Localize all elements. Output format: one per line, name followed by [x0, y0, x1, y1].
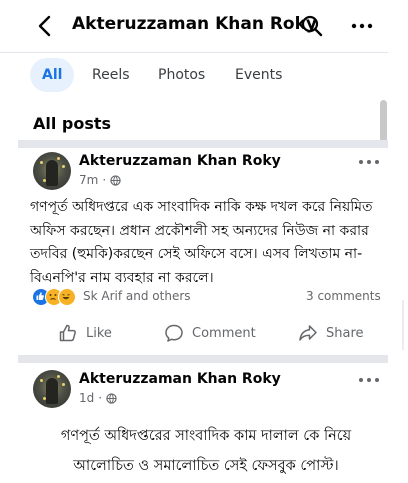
globe-icon [110, 174, 121, 186]
tab-reels[interactable]: Reels [80, 58, 142, 92]
comments-count[interactable]: 3 comments [306, 289, 381, 303]
top-bar: Akteruzzaman Khan Roky [0, 0, 388, 53]
back-arrow-icon[interactable] [34, 14, 56, 38]
post-more-icon[interactable] [357, 154, 381, 170]
reactions-summary[interactable]: Sk Arif and others [83, 289, 191, 303]
meta-separator: · [98, 391, 103, 405]
post-text: গণপূর্ত অধিদপ্তরের সাংবাদিক কাম দালাল কে… [60, 428, 352, 474]
scrollbar-thumb[interactable] [380, 100, 387, 142]
post-divider [18, 355, 388, 363]
post-more-icon[interactable] [357, 372, 381, 388]
post-meta: 7m · [79, 173, 121, 187]
page-title: Akteruzzaman Khan Roky [72, 14, 317, 34]
more-dots-icon[interactable] [350, 14, 374, 38]
comment-button[interactable]: Comment [164, 318, 256, 348]
share-arrow-icon [299, 325, 317, 341]
search-icon[interactable] [300, 14, 324, 38]
share-label: Share [326, 325, 364, 341]
like-thumb-icon [59, 324, 76, 342]
tab-all[interactable]: All [30, 58, 75, 92]
like-label: Like [86, 325, 112, 341]
section-divider [18, 140, 388, 148]
post-actions: Like Comment Share [30, 318, 382, 348]
tab-photos[interactable]: Photos [146, 58, 217, 92]
avatar[interactable] [33, 370, 71, 408]
avatar[interactable] [33, 152, 71, 190]
post-author[interactable]: Akteruzzaman Khan Roky [79, 371, 281, 387]
post-time: 7m [79, 173, 99, 187]
globe-icon [106, 392, 117, 404]
tab-events[interactable]: Events [223, 58, 294, 92]
meta-separator: · [102, 173, 107, 187]
post-time: 1d [79, 391, 95, 405]
section-title: All posts [33, 114, 112, 133]
haha-reaction-icon [58, 288, 76, 306]
comment-label: Comment [192, 325, 256, 341]
like-button[interactable]: Like [58, 318, 112, 348]
post-meta: 1d · [79, 391, 117, 405]
reaction-icons[interactable] [32, 288, 76, 306]
post-text: গণপূর্ত অধিদপ্তরে এক সাংবাদিক নাকি কক্ষ … [30, 199, 373, 286]
side-divider [402, 300, 404, 350]
post-author[interactable]: Akteruzzaman Khan Roky [79, 153, 281, 169]
comment-bubble-icon [165, 324, 183, 342]
share-button[interactable]: Share [298, 318, 364, 348]
